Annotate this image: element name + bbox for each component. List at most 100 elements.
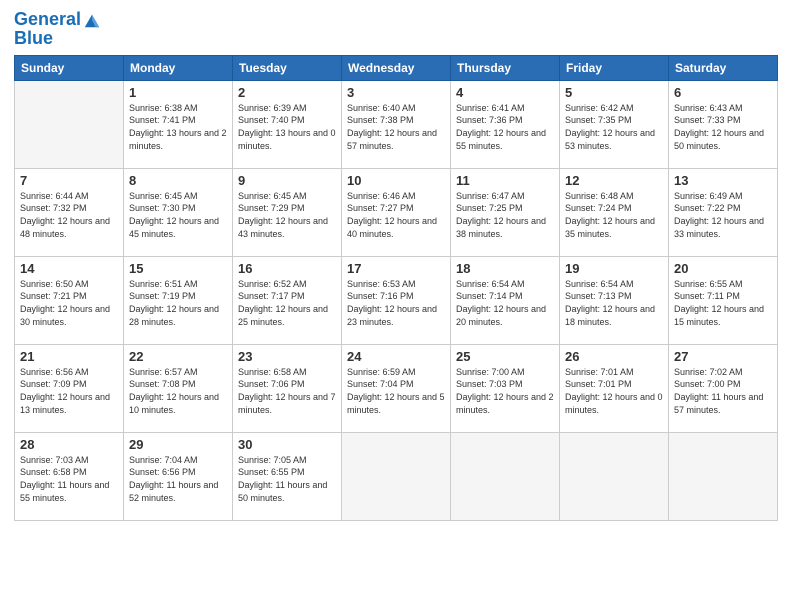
weekday-header-friday: Friday [560, 55, 669, 80]
calendar-cell: 5 Sunrise: 6:42 AMSunset: 7:35 PMDaylight… [560, 80, 669, 168]
day-info: Sunrise: 6:45 AMSunset: 7:30 PMDaylight:… [129, 190, 227, 240]
day-info: Sunrise: 6:42 AMSunset: 7:35 PMDaylight:… [565, 102, 663, 152]
day-number: 1 [129, 85, 227, 100]
day-info: Sunrise: 6:54 AMSunset: 7:13 PMDaylight:… [565, 278, 663, 328]
day-number: 18 [456, 261, 554, 276]
calendar-cell: 27 Sunrise: 7:02 AMSunset: 7:00 PMDayligh… [669, 344, 778, 432]
calendar-cell: 1 Sunrise: 6:38 AMSunset: 7:41 PMDaylight… [124, 80, 233, 168]
day-info: Sunrise: 7:02 AMSunset: 7:00 PMDaylight:… [674, 366, 772, 416]
calendar-cell: 9 Sunrise: 6:45 AMSunset: 7:29 PMDaylight… [233, 168, 342, 256]
day-info: Sunrise: 6:48 AMSunset: 7:24 PMDaylight:… [565, 190, 663, 240]
day-number: 7 [20, 173, 118, 188]
day-info: Sunrise: 6:43 AMSunset: 7:33 PMDaylight:… [674, 102, 772, 152]
day-info: Sunrise: 6:49 AMSunset: 7:22 PMDaylight:… [674, 190, 772, 240]
day-info: Sunrise: 6:39 AMSunset: 7:40 PMDaylight:… [238, 102, 336, 152]
day-number: 25 [456, 349, 554, 364]
day-number: 13 [674, 173, 772, 188]
calendar-cell: 14 Sunrise: 6:50 AMSunset: 7:21 PMDayligh… [15, 256, 124, 344]
weekday-header-saturday: Saturday [669, 55, 778, 80]
calendar-cell: 20 Sunrise: 6:55 AMSunset: 7:11 PMDayligh… [669, 256, 778, 344]
day-number: 5 [565, 85, 663, 100]
day-number: 30 [238, 437, 336, 452]
day-number: 10 [347, 173, 445, 188]
day-number: 28 [20, 437, 118, 452]
weekday-header-monday: Monday [124, 55, 233, 80]
weekday-header-sunday: Sunday [15, 55, 124, 80]
calendar-cell: 26 Sunrise: 7:01 AMSunset: 7:01 PMDayligh… [560, 344, 669, 432]
logo: General Blue [14, 10, 101, 49]
day-info: Sunrise: 6:56 AMSunset: 7:09 PMDaylight:… [20, 366, 118, 416]
calendar-cell: 19 Sunrise: 6:54 AMSunset: 7:13 PMDayligh… [560, 256, 669, 344]
day-info: Sunrise: 6:59 AMSunset: 7:04 PMDaylight:… [347, 366, 445, 416]
day-info: Sunrise: 6:41 AMSunset: 7:36 PMDaylight:… [456, 102, 554, 152]
day-info: Sunrise: 6:57 AMSunset: 7:08 PMDaylight:… [129, 366, 227, 416]
calendar-cell: 10 Sunrise: 6:46 AMSunset: 7:27 PMDayligh… [342, 168, 451, 256]
calendar-week-4: 21 Sunrise: 6:56 AMSunset: 7:09 PMDayligh… [15, 344, 778, 432]
calendar-week-3: 14 Sunrise: 6:50 AMSunset: 7:21 PMDayligh… [15, 256, 778, 344]
day-number: 4 [456, 85, 554, 100]
calendar-cell [669, 432, 778, 520]
day-number: 21 [20, 349, 118, 364]
day-info: Sunrise: 6:46 AMSunset: 7:27 PMDaylight:… [347, 190, 445, 240]
logo-blue: Blue [14, 28, 101, 49]
calendar-cell: 12 Sunrise: 6:48 AMSunset: 7:24 PMDayligh… [560, 168, 669, 256]
calendar-cell [15, 80, 124, 168]
day-number: 8 [129, 173, 227, 188]
header: General Blue [14, 10, 778, 49]
day-number: 16 [238, 261, 336, 276]
day-number: 20 [674, 261, 772, 276]
day-number: 27 [674, 349, 772, 364]
day-info: Sunrise: 6:38 AMSunset: 7:41 PMDaylight:… [129, 102, 227, 152]
weekday-header-thursday: Thursday [451, 55, 560, 80]
day-number: 3 [347, 85, 445, 100]
day-number: 9 [238, 173, 336, 188]
day-number: 19 [565, 261, 663, 276]
calendar-cell [451, 432, 560, 520]
calendar-cell: 16Sunrise: 6:52 AMSunset: 7:17 PMDayligh… [233, 256, 342, 344]
calendar-cell: 2Sunrise: 6:39 AMSunset: 7:40 PMDaylight… [233, 80, 342, 168]
day-number: 17 [347, 261, 445, 276]
day-number: 24 [347, 349, 445, 364]
weekday-header-row: SundayMondayTuesdayWednesdayThursdayFrid… [15, 55, 778, 80]
day-info: Sunrise: 6:58 AMSunset: 7:06 PMDaylight:… [238, 366, 336, 416]
logo-icon [83, 11, 101, 29]
day-info: Sunrise: 6:53 AMSunset: 7:16 PMDaylight:… [347, 278, 445, 328]
day-info: Sunrise: 6:51 AMSunset: 7:19 PMDaylight:… [129, 278, 227, 328]
calendar-cell: 23 Sunrise: 6:58 AMSunset: 7:06 PMDayligh… [233, 344, 342, 432]
day-number: 11 [456, 173, 554, 188]
day-info: Sunrise: 7:01 AMSunset: 7:01 PMDaylight:… [565, 366, 663, 416]
day-info: Sunrise: 6:50 AMSunset: 7:21 PMDaylight:… [20, 278, 118, 328]
day-number: 23 [238, 349, 336, 364]
calendar-cell: 15 Sunrise: 6:51 AMSunset: 7:19 PMDayligh… [124, 256, 233, 344]
calendar-cell: 3 Sunrise: 6:40 AMSunset: 7:38 PMDaylight… [342, 80, 451, 168]
calendar-cell: 8 Sunrise: 6:45 AMSunset: 7:30 PMDaylight… [124, 168, 233, 256]
day-number: 12 [565, 173, 663, 188]
calendar-week-5: 28 Sunrise: 7:03 AMSunset: 6:58 PMDayligh… [15, 432, 778, 520]
day-info: Sunrise: 7:00 AMSunset: 7:03 PMDaylight:… [456, 366, 554, 416]
day-info: Sunrise: 6:44 AMSunset: 7:32 PMDaylight:… [20, 190, 118, 240]
day-number: 15 [129, 261, 227, 276]
calendar-cell: 29Sunrise: 7:04 AMSunset: 6:56 PMDayligh… [124, 432, 233, 520]
calendar-cell [560, 432, 669, 520]
calendar-table: SundayMondayTuesdayWednesdayThursdayFrid… [14, 55, 778, 521]
logo-text: General [14, 10, 81, 30]
day-info: Sunrise: 6:47 AMSunset: 7:25 PMDaylight:… [456, 190, 554, 240]
calendar-cell: 13 Sunrise: 6:49 AMSunset: 7:22 PMDayligh… [669, 168, 778, 256]
weekday-header-wednesday: Wednesday [342, 55, 451, 80]
calendar-cell: 6 Sunrise: 6:43 AMSunset: 7:33 PMDaylight… [669, 80, 778, 168]
calendar-cell: 30 Sunrise: 7:05 AMSunset: 6:55 PMDayligh… [233, 432, 342, 520]
day-number: 29 [129, 437, 227, 452]
day-info: Sunrise: 6:40 AMSunset: 7:38 PMDaylight:… [347, 102, 445, 152]
day-number: 14 [20, 261, 118, 276]
day-number: 6 [674, 85, 772, 100]
day-info: Sunrise: 6:45 AMSunset: 7:29 PMDaylight:… [238, 190, 336, 240]
calendar-cell: 7 Sunrise: 6:44 AMSunset: 7:32 PMDaylight… [15, 168, 124, 256]
day-info: Sunrise: 6:55 AMSunset: 7:11 PMDaylight:… [674, 278, 772, 328]
day-info: Sunrise: 6:54 AMSunset: 7:14 PMDaylight:… [456, 278, 554, 328]
day-number: 26 [565, 349, 663, 364]
day-info: Sunrise: 7:05 AMSunset: 6:55 PMDaylight:… [238, 454, 336, 504]
day-info: Sunrise: 7:03 AMSunset: 6:58 PMDaylight:… [20, 454, 118, 504]
calendar-week-1: 1 Sunrise: 6:38 AMSunset: 7:41 PMDaylight… [15, 80, 778, 168]
calendar-cell: 17 Sunrise: 6:53 AMSunset: 7:16 PMDayligh… [342, 256, 451, 344]
calendar-cell: 4 Sunrise: 6:41 AMSunset: 7:36 PMDaylight… [451, 80, 560, 168]
